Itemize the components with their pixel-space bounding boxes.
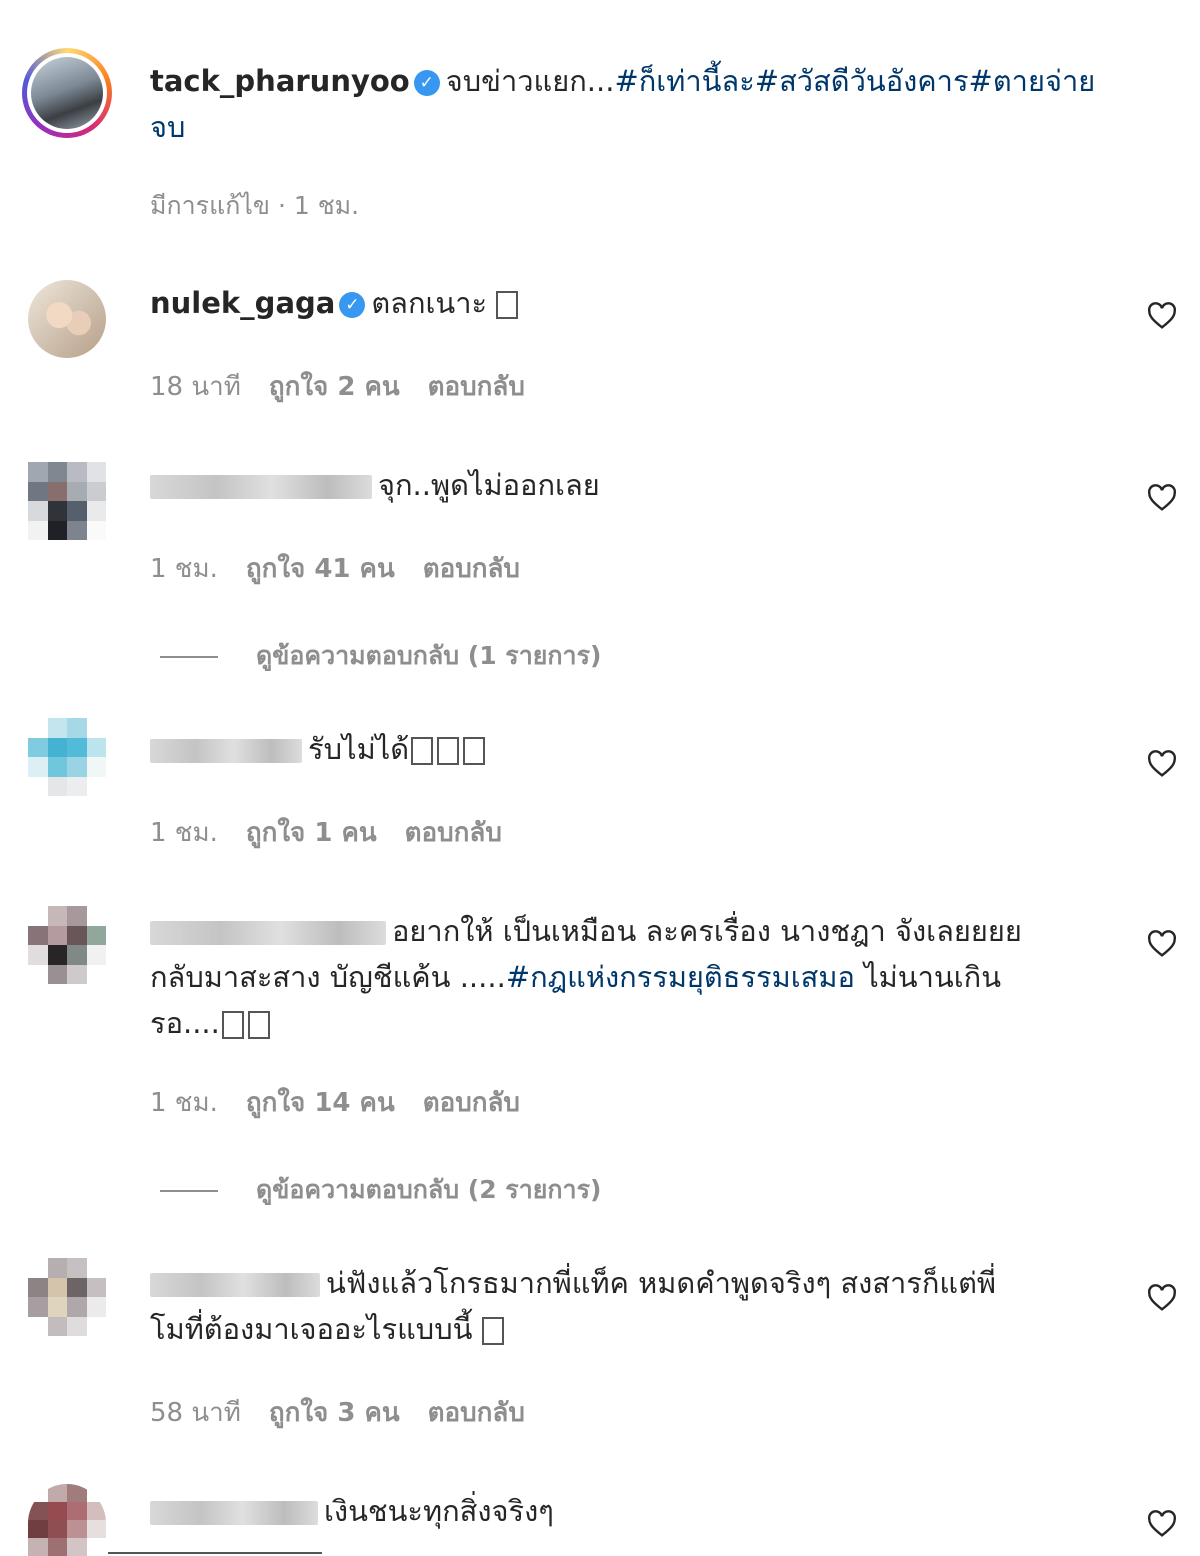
reply-button[interactable]: ตอบกลับ — [428, 1398, 525, 1428]
comment-text-line-3: รอ.... — [150, 1000, 270, 1046]
likes-count[interactable]: ถูกใจ 41 คน — [246, 554, 395, 584]
emoji-placeholder — [437, 737, 460, 765]
comment-hashtag[interactable]: #กฎแห่งกรรมยุติธรรมเสมอ — [506, 960, 855, 994]
comment-meta: 58 นาที ถูกใจ 3 คน ตอบกลับ — [150, 1392, 553, 1433]
comment-text: อยากให้ เป็นเหมือน ละครเรื่อง นางชฎา จัง… — [392, 914, 1022, 948]
heart-outline-icon[interactable] — [1146, 1282, 1178, 1314]
divider — [108, 1552, 322, 1554]
divider — [160, 1190, 218, 1192]
avatar[interactable] — [28, 718, 106, 796]
emoji-placeholder — [221, 1011, 244, 1039]
comment-username[interactable]: nulek_gaga — [150, 286, 335, 320]
emoji-placeholder — [247, 1011, 270, 1039]
likes-count[interactable]: ถูกใจ 3 คน — [269, 1398, 400, 1428]
blurred-username[interactable] — [150, 1501, 318, 1525]
avatar[interactable] — [28, 462, 106, 540]
comment-text-line-2: กลับมาสะสาง บัญชีแค้น .....#กฎแห่งกรรมยุ… — [150, 960, 1002, 994]
comment-time: 1 ชม. — [150, 554, 218, 584]
view-replies-button[interactable]: ดูข้อความตอบกลับ (2 รายการ) — [160, 1170, 601, 1210]
heart-outline-icon[interactable] — [1146, 748, 1178, 780]
comment-text: เงินชนะทุกสิ่งจริงๆ — [324, 1494, 554, 1528]
reply-button[interactable]: ตอบกลับ — [428, 372, 525, 402]
comment-text-line-2: โมที่ต้องมาเจออะไรแบบนี้ — [150, 1306, 504, 1352]
emoji-placeholder — [481, 1317, 504, 1345]
likes-count[interactable]: ถูกใจ 14 คน — [246, 1088, 395, 1118]
avatar[interactable] — [28, 1484, 106, 1556]
avatar[interactable] — [28, 1258, 106, 1336]
heart-outline-icon[interactable] — [1146, 928, 1178, 960]
blurred-username[interactable] — [150, 921, 386, 945]
verified-badge-icon: ✓ — [413, 70, 440, 96]
comment-text: จุก..พูดไม่ออกเลย — [378, 468, 600, 502]
comment-text: รับไม่ได้ — [308, 732, 410, 766]
divider — [160, 656, 218, 658]
comment-meta: 1 ชม. ถูกใจ 1 คน ตอบกลับ — [150, 812, 530, 853]
reply-button[interactable]: ตอบกลับ — [405, 818, 502, 848]
view-replies-button[interactable]: ดูข้อความตอบกลับ (1 รายการ) — [160, 636, 601, 676]
comment-time: 18 นาที — [150, 372, 241, 402]
heart-outline-icon[interactable] — [1146, 1508, 1178, 1540]
comment-meta: 18 นาที ถูกใจ 2 คน ตอบกลับ — [150, 366, 553, 407]
comment-meta: 1 ชม. ถูกใจ 14 คน ตอบกลับ — [150, 1082, 548, 1123]
likes-count[interactable]: ถูกใจ 2 คน — [269, 372, 400, 402]
reply-button[interactable]: ตอบกลับ — [423, 554, 520, 584]
comment-time: 1 ชม. — [150, 818, 218, 848]
blurred-username[interactable] — [150, 739, 302, 763]
comment-meta: 1 ชม. ถูกใจ 41 คน ตอบกลับ — [150, 548, 548, 589]
comment-text: น่ฟังแล้วโกรธมากพี่แท็ค หมดคำพูดจริงๆ สง… — [326, 1266, 997, 1300]
heart-outline-icon[interactable] — [1146, 300, 1178, 332]
verified-badge-icon: ✓ — [339, 292, 366, 318]
likes-count[interactable]: ถูกใจ 1 คน — [246, 818, 377, 848]
post-meta: มีการแก้ไข · 1 ชม. — [150, 191, 360, 220]
post-author-avatar[interactable] — [22, 48, 112, 138]
emoji-placeholder — [411, 737, 434, 765]
post-author-username[interactable]: tack_pharunyoo — [150, 64, 410, 98]
reply-button[interactable]: ตอบกลับ — [423, 1088, 520, 1118]
caption-line-2[interactable]: จบ — [150, 104, 185, 150]
avatar[interactable] — [28, 280, 106, 358]
blurred-username[interactable] — [150, 475, 372, 499]
comment-text: ตลกเนาะ — [371, 286, 497, 320]
avatar[interactable] — [28, 906, 106, 984]
comment-time: 58 นาที — [150, 1398, 241, 1428]
comment-time: 1 ชม. — [150, 1088, 218, 1118]
heart-outline-icon[interactable] — [1146, 482, 1178, 514]
emoji-placeholder — [496, 291, 519, 319]
caption-line-1: tack_pharunyoo ✓ จบข่าวแยก...#ก็เท่านี้ละ#… — [150, 64, 1096, 98]
emoji-placeholder — [463, 737, 486, 765]
caption-hashtags[interactable]: #ก็เท่านี้ละ#สวัสดีวันอังคาร#ตายจ่าย — [614, 64, 1095, 98]
blurred-username[interactable] — [150, 1273, 320, 1297]
